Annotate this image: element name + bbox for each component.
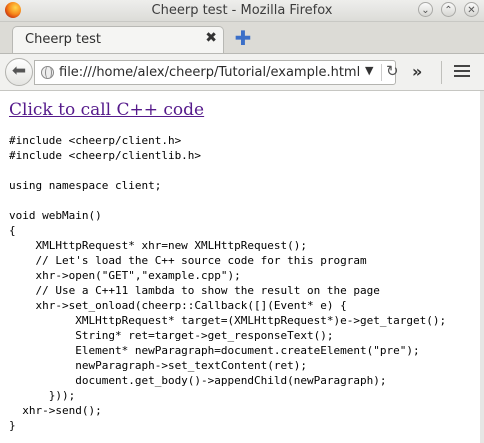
window-title: Cheerp test - Mozilla Firefox [151, 3, 333, 18]
code-line: XMLHttpRequest* xhr=new XMLHttpRequest()… [9, 239, 308, 252]
code-line: } [9, 419, 16, 432]
maximize-button[interactable]: ⌃ [441, 2, 456, 17]
code-line: using namespace client; [9, 179, 162, 192]
vertical-scrollbar[interactable] [480, 91, 484, 443]
url-history-dropdown-icon[interactable]: ▼ [365, 64, 373, 77]
url-separator [381, 64, 382, 81]
globe-icon [41, 66, 54, 79]
code-line: xhr->open("GET","example.cpp"); [9, 269, 241, 282]
code-line: xhr->send(); [9, 404, 102, 417]
minimize-button[interactable]: ⌄ [418, 2, 433, 17]
code-line: // Let's load the C++ source code for th… [9, 254, 367, 267]
code-line: document.get_body()->appendChild(newPara… [9, 374, 387, 387]
toolbar-separator [441, 61, 442, 84]
call-cpp-link[interactable]: Click to call C++ code [9, 100, 204, 120]
code-line: #include <cheerp/client.h> [9, 134, 182, 147]
tab-label: Cheerp test [25, 32, 102, 47]
code-line: void webMain() [9, 209, 102, 222]
title-bar: Cheerp test - Mozilla Firefox ⌄ ⌃ ✕ [0, 0, 484, 22]
code-line: String* ret=target->get_responseText(); [9, 329, 334, 342]
tab-cheerp-test[interactable]: Cheerp test ✖ [12, 26, 224, 53]
code-line: XMLHttpRequest* target=(XMLHttpRequest*)… [9, 314, 447, 327]
toolbar-overflow-button[interactable]: » [412, 62, 422, 81]
code-line: })); [9, 389, 76, 402]
url-bar[interactable]: file:///home/alex/cheerp/Tutorial/exampl… [34, 60, 399, 85]
back-button[interactable]: ⬅ [5, 58, 33, 86]
hamburger-menu-icon[interactable] [454, 65, 470, 80]
code-line: newParagraph->set_textContent(ret); [9, 359, 308, 372]
navigation-toolbar: ⬅ file:///home/alex/cheerp/Tutorial/exam… [0, 53, 484, 91]
code-line: { [9, 224, 16, 237]
code-line: #include <cheerp/clientlib.h> [9, 149, 202, 162]
code-line: // Use a C++11 lambda to show the result… [9, 284, 380, 297]
code-line: Element* newParagraph=document.createEle… [9, 344, 420, 357]
code-block: #include <cheerp/client.h> #include <che… [9, 133, 446, 433]
page-content: Click to call C++ code #include <cheerp/… [0, 91, 484, 443]
code-line: xhr->set_onload(cheerp::Callback([](Even… [9, 299, 347, 312]
reload-button[interactable]: ↻ [386, 62, 399, 80]
new-tab-button[interactable]: ✚ [233, 28, 253, 48]
close-window-button[interactable]: ✕ [464, 2, 479, 17]
url-input[interactable]: file:///home/alex/cheerp/Tutorial/exampl… [59, 65, 360, 80]
tab-close-icon[interactable]: ✖ [205, 30, 217, 46]
